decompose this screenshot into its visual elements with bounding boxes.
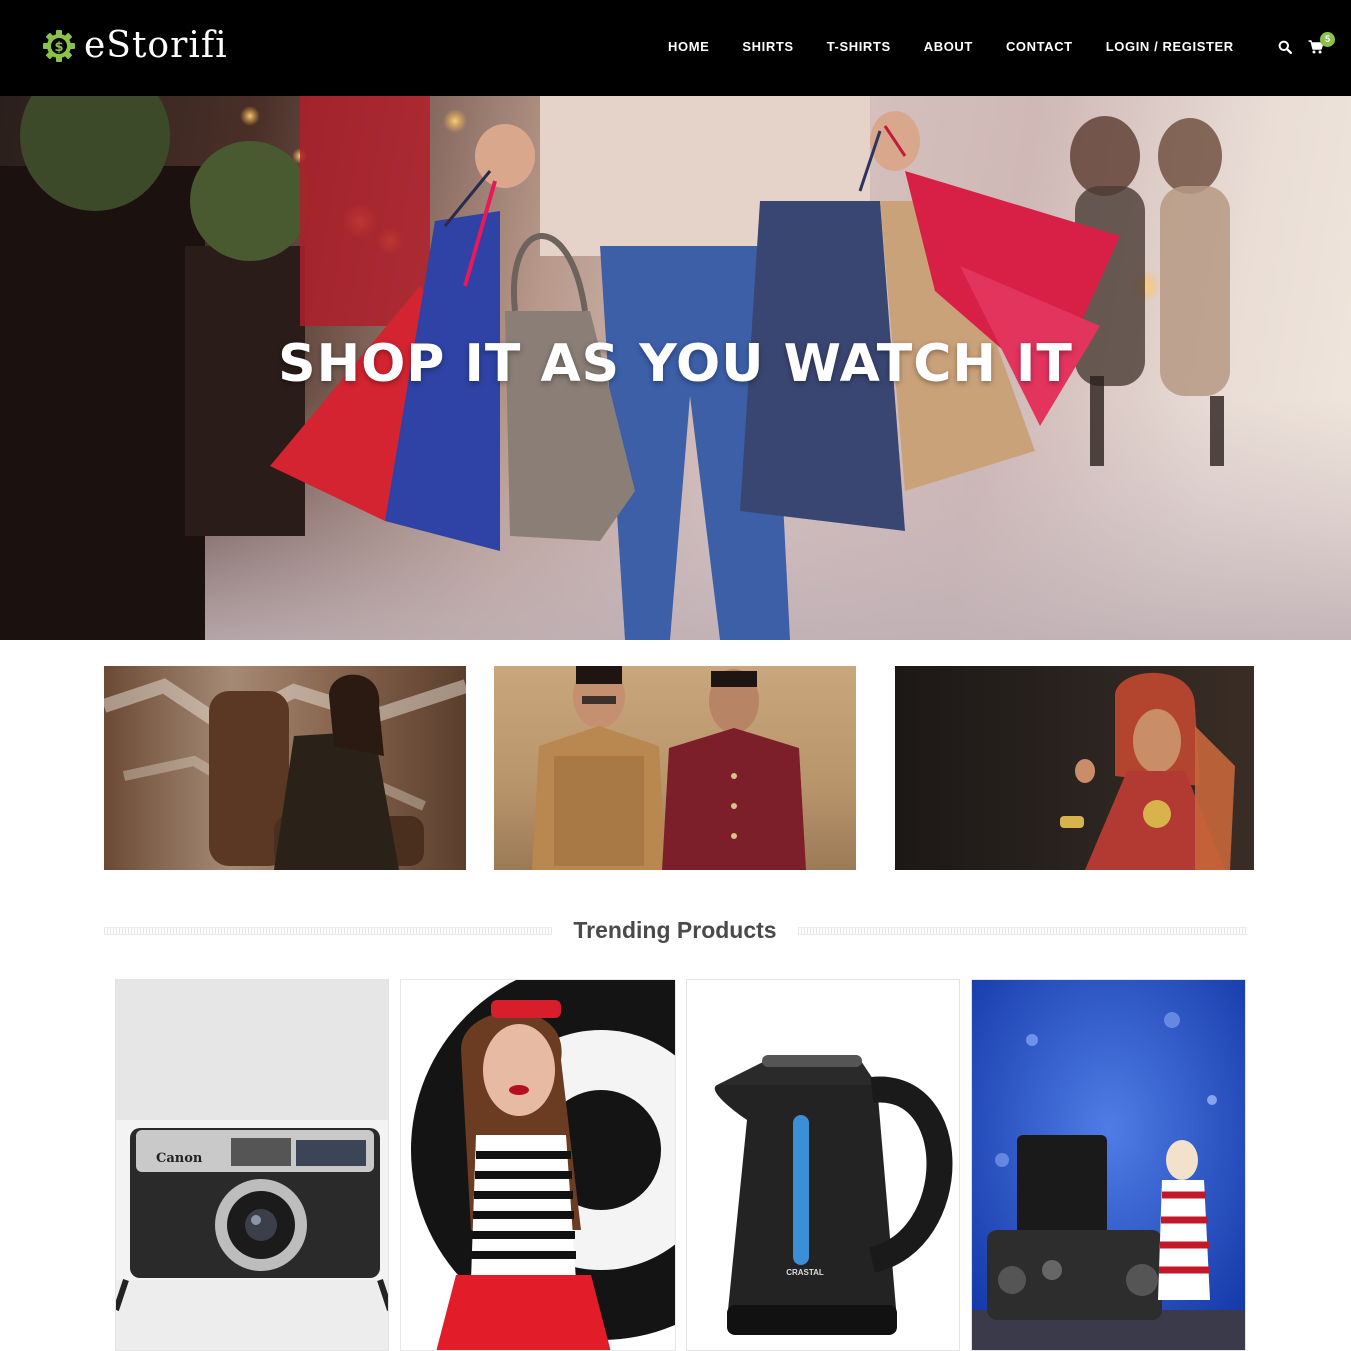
dollar-gear-icon: $ [42,29,76,63]
hero-headline: SHOP IT AS YOU WATCH IT [278,334,1073,394]
product-card-kettle[interactable]: CRASTAL [686,979,960,1351]
nav-contact[interactable]: CONTACT [1006,38,1073,56]
site-header: $ eStorifi HOME SHIRTS T-SHIRTS ABOUT CO… [0,0,1351,96]
brand-logo[interactable]: $ eStorifi [42,26,228,66]
product-card-camera[interactable]: Canon [115,979,389,1351]
nav-about[interactable]: ABOUT [924,38,973,56]
nav-login-register[interactable]: LOGIN / REGISTER [1106,38,1234,56]
woman-sunglasses-image [401,980,675,1350]
canon-camera-image: Canon [116,980,388,1350]
product-card-fashion[interactable] [400,979,676,1351]
svg-text:CRASTAL: CRASTAL [786,1268,824,1277]
category-banner-women[interactable] [104,666,466,870]
hero-banner: SHOP IT AS YOU WATCH IT [0,96,1351,640]
bridal-attire-image [1060,672,1235,870]
electric-kettle-image: CRASTAL [687,980,959,1350]
divider-left [104,927,552,935]
product-card-camera-toy[interactable] [971,979,1246,1351]
camera-toy-image [972,980,1245,1350]
category-banner-men[interactable] [494,666,856,870]
woman-chair-image [104,674,466,870]
brand-name: eStorifi [84,25,228,66]
nav-shirts[interactable]: SHIRTS [742,38,793,56]
section-title: Trending Products [573,917,777,943]
svg-text:Canon: Canon [156,1151,203,1166]
nav-t-shirts[interactable]: T-SHIRTS [827,38,891,56]
search-icon[interactable] [1278,40,1293,55]
divider-right [798,927,1247,935]
nav-home[interactable]: HOME [668,38,709,56]
category-banner-bridal[interactable] [895,666,1254,870]
svg-text:$: $ [54,40,63,55]
men-sherwani-image [532,666,806,870]
cart-count-badge: 5 [1320,32,1335,47]
main-nav: HOME SHIRTS T-SHIRTS ABOUT CONTACT LOGIN… [668,38,1234,56]
trending-heading: Trending Products [104,913,1247,949]
